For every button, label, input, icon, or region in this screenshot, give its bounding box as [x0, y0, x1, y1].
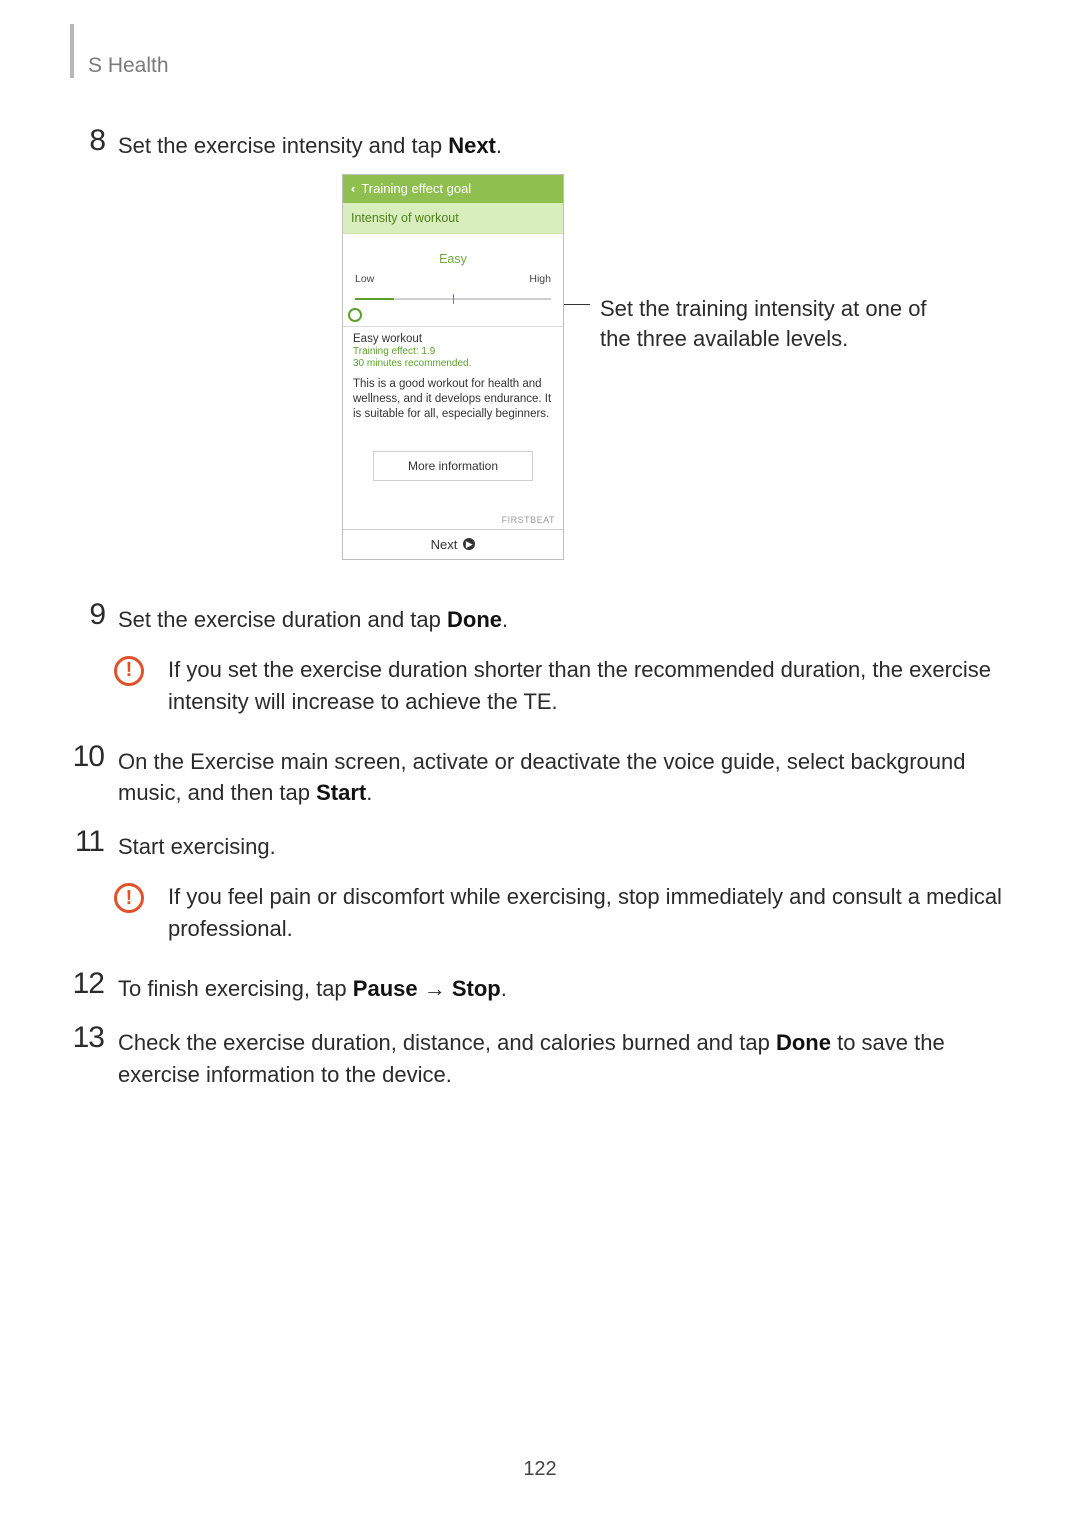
step-12-bold1: Pause	[353, 976, 418, 1001]
more-information-button[interactable]: More information	[373, 451, 533, 481]
section-title: S Health	[88, 54, 169, 78]
step-13: 13 Check the exercise duration, distance…	[70, 1023, 1010, 1091]
step-number: 9	[70, 600, 104, 630]
warning-text: If you set the exercise duration shorter…	[168, 654, 1010, 718]
step-8-text-a: Set the exercise intensity and tap	[118, 133, 448, 158]
step-number: 13	[70, 1023, 104, 1053]
intensity-scale-labels: Low High	[353, 270, 553, 285]
training-effect-value: Training effect: 1.9	[343, 345, 563, 357]
recommended-duration: 30 minutes recommended.	[343, 357, 563, 369]
intensity-section: Easy Low High	[343, 234, 563, 312]
next-arrow-icon: ▶	[463, 538, 475, 550]
slider-tick	[453, 294, 454, 304]
step-11: 11 Start exercising.	[70, 827, 1010, 863]
warning-callout-pain: ! If you feel pain or discomfort while e…	[70, 875, 1010, 955]
step-text: On the Exercise main screen, activate or…	[118, 742, 1010, 810]
next-button[interactable]: Next ▶	[343, 529, 563, 559]
scale-high: High	[529, 273, 551, 285]
figure-row: ‹ Training effect goal Intensity of work…	[70, 174, 1010, 560]
step-12-bold2: Stop	[452, 976, 501, 1001]
phone-screenshot: ‹ Training effect goal Intensity of work…	[342, 174, 564, 560]
step-text: Start exercising.	[118, 827, 1010, 863]
step-12: 12 To finish exercising, tap Pause → Sto…	[70, 969, 1010, 1005]
page-number: 122	[0, 1458, 1080, 1481]
step-10-bold: Start	[316, 780, 366, 805]
warning-icon: !	[114, 656, 144, 686]
page-header: S Health	[70, 24, 1010, 78]
step-text: To finish exercising, tap Pause → Stop.	[118, 969, 1010, 1005]
step-number: 10	[70, 742, 104, 772]
step-9-bold: Done	[447, 607, 502, 632]
slider-track-fill	[355, 298, 394, 300]
header-accent-bar	[70, 24, 74, 78]
step-9-text-b: .	[502, 607, 508, 632]
phone-titlebar[interactable]: ‹ Training effect goal	[343, 175, 563, 203]
step-number: 8	[70, 126, 104, 156]
warning-callout-te: ! If you set the exercise duration short…	[70, 648, 1010, 728]
workout-description: This is a good workout for health and we…	[343, 369, 563, 441]
step-10: 10 On the Exercise main screen, activate…	[70, 742, 1010, 810]
step-9-text-a: Set the exercise duration and tap	[118, 607, 447, 632]
slider-handle[interactable]	[348, 308, 362, 322]
step-8: 8 Set the exercise intensity and tap Nex…	[70, 126, 1010, 162]
annotation: Set the training intensity at one of the…	[564, 294, 960, 353]
figure-wrap: ‹ Training effect goal Intensity of work…	[342, 174, 564, 560]
next-label: Next	[431, 537, 458, 552]
phone-title: Training effect goal	[361, 181, 471, 196]
back-chevron-icon[interactable]: ‹	[351, 181, 355, 196]
warning-text: If you feel pain or discomfort while exe…	[168, 881, 1010, 945]
step-text: Check the exercise duration, distance, a…	[118, 1023, 1010, 1091]
step-12-text-a: To finish exercising, tap	[118, 976, 353, 1001]
step-13-bold: Done	[776, 1030, 831, 1055]
step-12-arrow: →	[418, 976, 452, 1001]
step-number: 11	[70, 827, 104, 857]
warning-icon: !	[114, 883, 144, 913]
step-12-text-b: .	[501, 976, 507, 1001]
annotation-text: Set the training intensity at one of the…	[590, 294, 960, 353]
step-text: Set the exercise duration and tap Done.	[118, 600, 1010, 636]
workout-name: Easy workout	[343, 327, 563, 345]
phone-subtitle: Intensity of workout	[343, 203, 563, 234]
step-number: 12	[70, 969, 104, 999]
step-8-bold: Next	[448, 133, 496, 158]
step-10-text-a: On the Exercise main screen, activate or…	[118, 749, 965, 806]
intensity-slider[interactable]	[355, 288, 551, 312]
brand-label: FIRSTBEAT	[343, 481, 563, 529]
step-10-text-b: .	[366, 780, 372, 805]
scale-low: Low	[355, 273, 374, 285]
intensity-level-label: Easy	[353, 242, 553, 270]
step-13-text-a: Check the exercise duration, distance, a…	[118, 1030, 776, 1055]
step-8-text-b: .	[496, 133, 502, 158]
step-9: 9 Set the exercise duration and tap Done…	[70, 600, 1010, 636]
annotation-leader-line	[564, 304, 590, 305]
step-text: Set the exercise intensity and tap Next.	[118, 126, 1010, 162]
